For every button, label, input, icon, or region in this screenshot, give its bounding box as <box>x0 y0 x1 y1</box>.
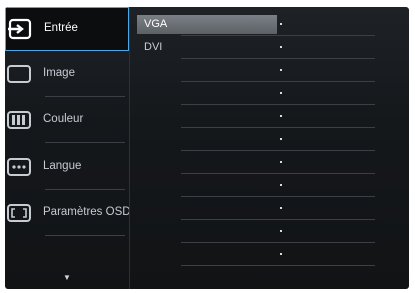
dot-indicator <box>280 69 282 71</box>
submenu: VGA DVI <box>135 7 409 289</box>
menu-separator <box>45 142 125 143</box>
submenu-option-label: DVI <box>144 41 163 53</box>
dot-indicator <box>280 115 282 117</box>
submenu-empty-row <box>135 128 375 151</box>
input-icon <box>8 18 34 40</box>
dot-indicator <box>280 253 282 255</box>
menu-separator <box>45 189 125 190</box>
color-icon <box>7 109 33 131</box>
submenu-option-vga[interactable]: VGA <box>135 13 375 36</box>
menu-item-input[interactable]: Entrée <box>5 7 129 51</box>
dot-indicator <box>280 23 282 25</box>
menu-item-label: Image <box>43 67 75 79</box>
submenu-empty-row <box>135 174 375 197</box>
osd-settings-icon <box>7 202 33 224</box>
menu-item-label: Couleur <box>43 113 84 125</box>
submenu-option-dvi[interactable]: DVI <box>135 36 375 59</box>
menu-item-language[interactable]: Langue <box>5 146 129 190</box>
picture-icon <box>7 63 33 85</box>
submenu-empty-row <box>135 220 375 243</box>
menu-item-color[interactable]: Couleur <box>5 99 129 143</box>
menu-item-label: Entrée <box>44 22 78 34</box>
dot-indicator <box>280 92 282 94</box>
menu-separator <box>45 96 125 97</box>
dot-indicator <box>280 161 282 163</box>
dot-indicator <box>280 138 282 140</box>
menu-item-picture[interactable]: Image <box>5 53 129 97</box>
scroll-down-arrow-icon[interactable]: ▼ <box>63 273 71 282</box>
submenu-option-label: VGA <box>144 18 168 30</box>
submenu-empty-row <box>135 197 375 220</box>
dot-indicator <box>280 207 282 209</box>
dot-indicator <box>280 184 282 186</box>
menu-item-label: Langue <box>43 160 82 172</box>
submenu-separator <box>181 265 375 266</box>
menu-item-osd-settings[interactable]: Paramètres OSD <box>5 192 131 236</box>
osd-menu: Entrée Image Couleur Langue Paramètres O… <box>5 7 409 289</box>
dot-indicator <box>280 230 282 232</box>
dot-indicator <box>280 46 282 48</box>
submenu-empty-row <box>135 151 375 174</box>
panel-divider <box>129 7 130 289</box>
menu-item-label: Paramètres OSD <box>43 206 131 218</box>
submenu-empty-row <box>135 243 375 266</box>
submenu-empty-row <box>135 59 375 82</box>
submenu-empty-row <box>135 82 375 105</box>
language-icon <box>7 156 33 178</box>
menu-separator <box>45 235 125 236</box>
main-menu: Entrée Image Couleur Langue Paramètres O… <box>5 7 131 289</box>
submenu-empty-row <box>135 105 375 128</box>
